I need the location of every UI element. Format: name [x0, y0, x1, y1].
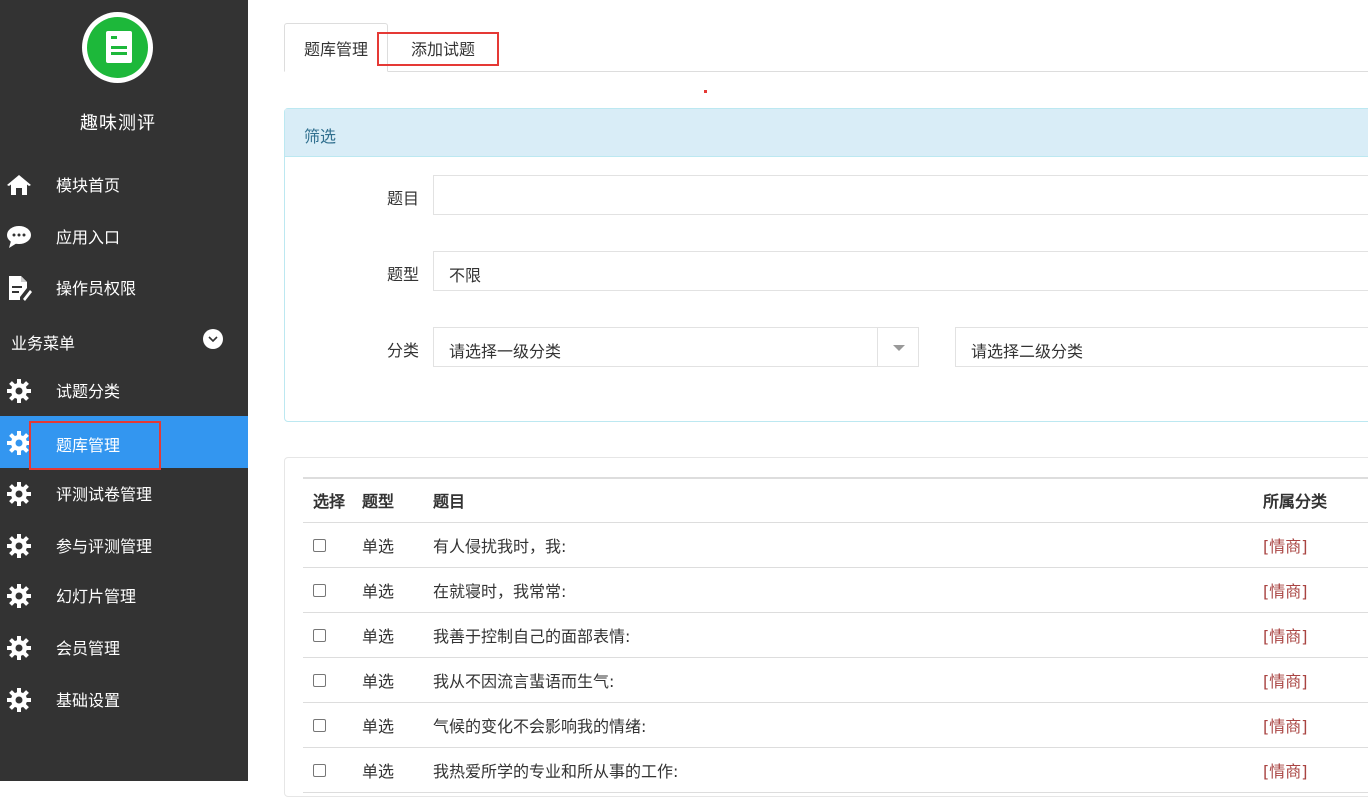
table-row: 单选 我善于控制自己的面部表情: [情商] — [303, 612, 1368, 658]
caret-down-icon — [893, 345, 905, 351]
sidebar-item-label: 模块首页 — [56, 176, 121, 195]
row-type: 单选 — [362, 657, 433, 703]
category-label: 分类 — [386, 341, 419, 360]
table-row: 单选 我热爱所学的专业和所从事的工作: [情商] — [303, 747, 1368, 793]
home-icon — [6, 172, 32, 198]
highlight-box — [29, 421, 161, 470]
title-input[interactable] — [433, 175, 1368, 215]
row-title[interactable]: 我善于控制自己的面部表情: — [433, 612, 1263, 658]
sidebar-item-label: 会员管理 — [56, 639, 121, 658]
row-category[interactable]: [情商] — [1263, 747, 1368, 793]
tab-question-bank[interactable]: 题库管理 — [284, 23, 388, 72]
sidebar-item-question-category[interactable]: 试题分类 — [0, 364, 248, 416]
sidebar-item-members[interactable]: 会员管理 — [0, 621, 248, 673]
row-type: 单选 — [362, 612, 433, 658]
row-type: 单选 — [362, 702, 433, 748]
sidebar-item-slideshow[interactable]: 幻灯片管理 — [0, 569, 248, 621]
row-category[interactable]: [情商] — [1263, 567, 1368, 613]
row-checkbox[interactable] — [313, 584, 326, 597]
marker-dot — [704, 90, 707, 93]
chevron-down-icon — [203, 329, 223, 349]
app-logo — [82, 12, 153, 83]
filter-title: 筛选 — [285, 109, 1368, 157]
sidebar-item-label: 试题分类 — [56, 382, 121, 401]
edit-document-icon — [6, 275, 32, 301]
category2-select[interactable]: 请选择二级分类 — [955, 327, 1368, 367]
filter-row-title: 题目 — [285, 175, 1368, 215]
row-type: 单选 — [362, 567, 433, 613]
brand-name: 趣味测评 — [80, 113, 156, 134]
row-title[interactable]: 有人侵扰我时，我: — [433, 522, 1263, 568]
header-category: 所属分类 — [1263, 477, 1368, 523]
header-select: 选择 — [303, 477, 362, 523]
table-row: 单选 有人侵扰我时，我: [情商] — [303, 522, 1368, 568]
category1-select[interactable]: 请选择一级分类 — [433, 327, 919, 367]
row-title[interactable]: 在就寝时，我常常: — [433, 567, 1263, 613]
table-row: 单选 在就寝时，我常常: [情商] — [303, 567, 1368, 613]
row-type: 单选 — [362, 522, 433, 568]
gear-icon — [6, 378, 32, 404]
sidebar-item-home[interactable]: 模块首页 — [0, 158, 248, 210]
table-row: 单选 我从不因流言蜚语而生气: [情商] — [303, 657, 1368, 703]
row-title[interactable]: 气候的变化不会影响我的情绪: — [433, 702, 1263, 748]
sidebar-item-basic-settings[interactable]: 基础设置 — [0, 673, 248, 725]
row-category[interactable]: [情商] — [1263, 657, 1368, 703]
row-title[interactable]: 我从不因流言蜚语而生气: — [433, 657, 1263, 703]
sidebar-item-label: 评测试卷管理 — [56, 485, 153, 504]
sidebar-item-participation[interactable]: 参与评测管理 — [0, 519, 248, 571]
row-checkbox[interactable] — [313, 629, 326, 642]
gear-icon — [6, 687, 32, 713]
row-checkbox[interactable] — [313, 719, 326, 732]
question-list-panel: 选择 题型 题目 所属分类 单选 有人侵扰我时，我: [情商] 单选 在就寝时，… — [284, 457, 1368, 797]
sidebar: 趣味测评 模块首页 应用入口 操作员权限 业务菜单 试题分类 题库管理 评测试卷… — [0, 0, 248, 781]
gear-icon — [6, 533, 32, 559]
gear-icon — [6, 481, 32, 507]
sidebar-item-app-entry[interactable]: 应用入口 — [0, 210, 248, 262]
row-category[interactable]: [情商] — [1263, 612, 1368, 658]
sidebar-item-label: 基础设置 — [56, 691, 121, 710]
section-label: 业务菜单 — [11, 334, 76, 353]
row-type: 单选 — [362, 747, 433, 793]
row-category[interactable]: [情商] — [1263, 702, 1368, 748]
header-title: 题目 — [433, 477, 1263, 523]
filter-panel: 筛选 题目 题型 不限 分类 请选择一级分类 请选择二级分类 — [284, 108, 1368, 422]
sidebar-item-operator-permissions[interactable]: 操作员权限 — [0, 261, 248, 313]
header-type: 题型 — [362, 477, 433, 523]
chat-icon — [6, 224, 32, 250]
table-header-row: 选择 题型 题目 所属分类 — [303, 477, 1368, 523]
row-checkbox[interactable] — [313, 674, 326, 687]
highlight-box — [377, 32, 499, 66]
row-checkbox[interactable] — [313, 539, 326, 552]
filter-row-category: 分类 请选择一级分类 请选择二级分类 — [285, 327, 1368, 367]
row-title[interactable]: 我热爱所学的专业和所从事的工作: — [433, 747, 1263, 793]
row-category[interactable]: [情商] — [1263, 522, 1368, 568]
gear-icon — [6, 583, 32, 609]
row-checkbox[interactable] — [313, 764, 326, 777]
sidebar-item-exam-paper[interactable]: 评测试卷管理 — [0, 467, 248, 519]
sidebar-item-label: 参与评测管理 — [56, 537, 153, 556]
category1-placeholder: 请选择一级分类 — [449, 342, 562, 361]
question-table: 选择 题型 题目 所属分类 单选 有人侵扰我时，我: [情商] 单选 在就寝时，… — [303, 477, 1368, 793]
sidebar-item-label: 幻灯片管理 — [56, 587, 137, 606]
table-row: 单选 气候的变化不会影响我的情绪: [情商] — [303, 702, 1368, 748]
type-label: 题型 — [386, 265, 419, 284]
sidebar-item-label: 应用入口 — [56, 228, 121, 247]
title-label: 题目 — [386, 189, 419, 208]
sidebar-item-label: 操作员权限 — [56, 279, 137, 298]
type-select[interactable]: 不限 — [433, 251, 1368, 291]
filter-row-type: 题型 不限 — [285, 251, 1368, 291]
gear-icon — [6, 635, 32, 661]
category2-placeholder: 请选择二级分类 — [971, 342, 1084, 361]
business-menu-toggle[interactable]: 业务菜单 — [0, 314, 248, 366]
